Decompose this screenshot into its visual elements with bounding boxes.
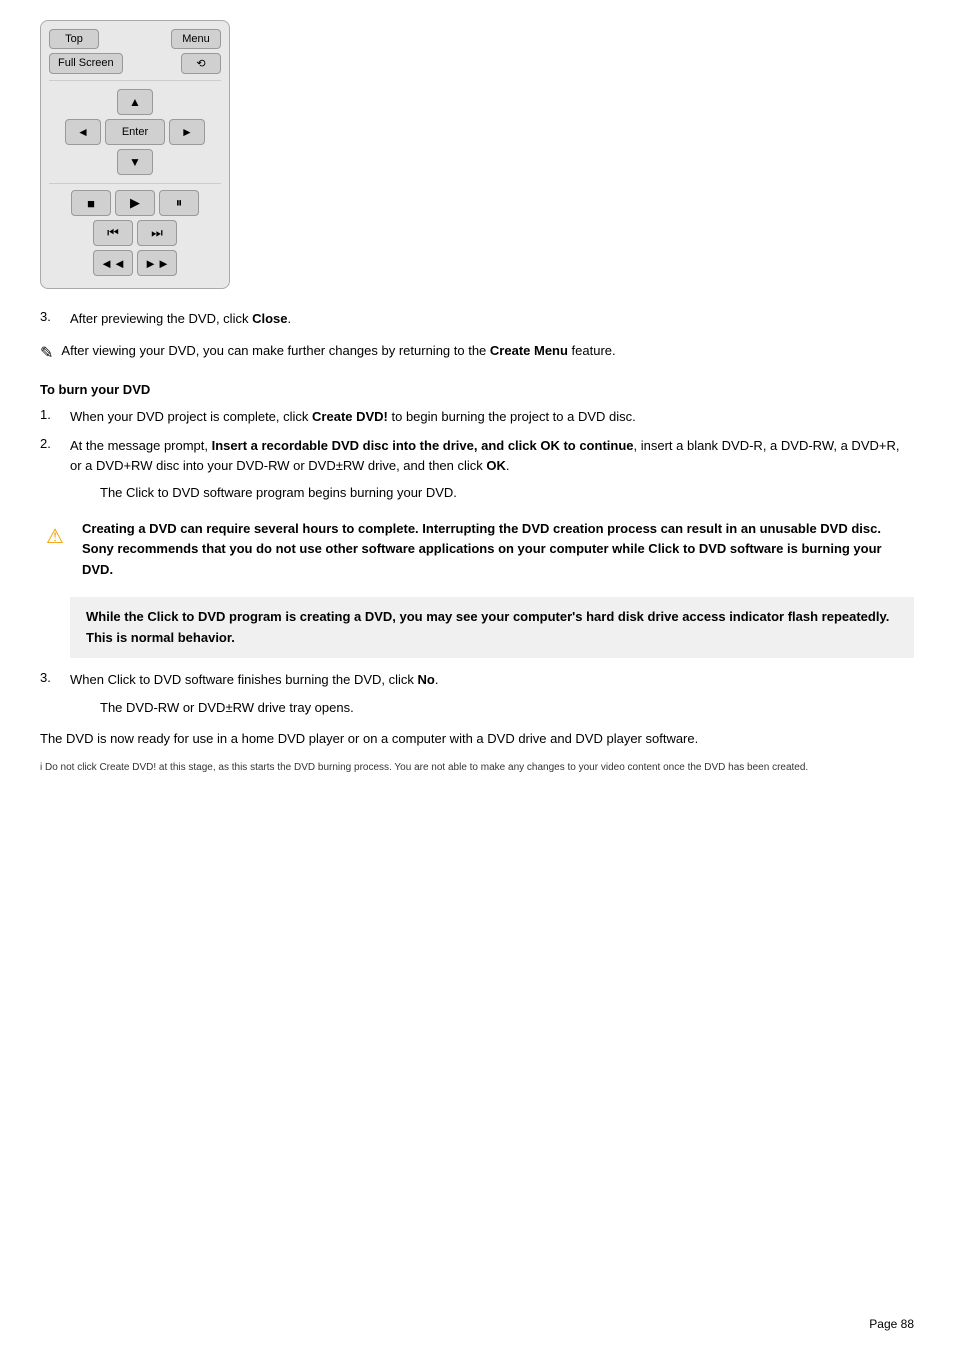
transport-row2: ⏮ ⏭ bbox=[49, 220, 221, 246]
burn-step-1-bold: Create DVD! bbox=[312, 409, 388, 424]
note-bold: Create Menu bbox=[490, 343, 568, 358]
warning-text: Creating a DVD can require several hours… bbox=[82, 519, 914, 581]
note-block: ✎ After viewing your DVD, you can make f… bbox=[40, 341, 914, 366]
transport-row1: ■ ▶ ⏸ bbox=[49, 190, 221, 216]
burn-step-3: 3. When Click to DVD software finishes b… bbox=[40, 670, 914, 717]
play-button[interactable]: ▶ bbox=[115, 190, 155, 216]
info-block: While the Click to DVD program is creati… bbox=[70, 597, 914, 659]
burn-step-1-text: When your DVD project is complete, click bbox=[70, 409, 312, 424]
step-3-end: . bbox=[287, 311, 291, 326]
nav-down-row: ▼ bbox=[117, 149, 153, 175]
dvd-remote-widget: Top Menu Full Screen ⟲ ▲ ◄ Enter ► ▼ bbox=[40, 20, 230, 289]
burn-step-3-number: 3. bbox=[40, 670, 70, 717]
rewind-button[interactable]: ◄◄ bbox=[93, 250, 133, 276]
step-3-number: 3. bbox=[40, 309, 70, 329]
fullscreen-button[interactable]: Full Screen bbox=[49, 53, 123, 74]
down-button[interactable]: ▼ bbox=[117, 149, 153, 175]
sub-text: The Click to DVD software program begins… bbox=[100, 485, 457, 500]
menu-button[interactable]: Menu bbox=[171, 29, 221, 49]
warning-text-content: Creating a DVD can require several hours… bbox=[82, 521, 882, 578]
burn-step-2-text: At the message prompt, bbox=[70, 438, 212, 453]
left-button[interactable]: ◄ bbox=[65, 119, 101, 145]
page-content: Top Menu Full Screen ⟲ ▲ ◄ Enter ► ▼ bbox=[0, 0, 954, 835]
burn-step-1-number: 1. bbox=[40, 407, 70, 427]
divider2 bbox=[49, 183, 221, 184]
burn-step-3-text: When Click to DVD software finishes burn… bbox=[70, 672, 418, 687]
next-chapter-button[interactable]: ⏭ bbox=[137, 220, 177, 246]
angle-button[interactable]: ⟲ bbox=[181, 53, 221, 74]
footnote: i Do not click Create DVD! at this stage… bbox=[40, 761, 914, 775]
nav-middle-row: ◄ Enter ► bbox=[65, 119, 205, 145]
burn-step-2-content: At the message prompt, Insert a recordab… bbox=[70, 436, 914, 503]
prev-chapter-button[interactable]: ⏮ bbox=[93, 220, 133, 246]
remote-top-row: Top Menu bbox=[49, 29, 221, 49]
fastforward-button[interactable]: ►► bbox=[137, 250, 177, 276]
transport-row3: ◄◄ ►► bbox=[49, 250, 221, 276]
page-number: Page 88 bbox=[869, 1317, 914, 1331]
step-3-text: After previewing the DVD, click bbox=[70, 311, 252, 326]
up-button[interactable]: ▲ bbox=[117, 89, 153, 115]
burn-step-3-content: When Click to DVD software finishes burn… bbox=[70, 670, 914, 717]
step-3-bold: Close bbox=[252, 311, 287, 326]
burn-step-1-content: When your DVD project is complete, click… bbox=[70, 407, 914, 427]
burn-step-3-bold: No bbox=[418, 672, 435, 687]
burn-step-1: 1. When your DVD project is complete, cl… bbox=[40, 407, 914, 427]
burn-step-2-period: . bbox=[506, 458, 510, 473]
info-text: While the Click to DVD program is creati… bbox=[86, 609, 889, 645]
footnote-text: Do not click Create DVD! at this stage, … bbox=[45, 762, 808, 773]
note-end: feature. bbox=[568, 343, 616, 358]
stop-button[interactable]: ■ bbox=[71, 190, 111, 216]
step-3-content: After previewing the DVD, click Close. bbox=[70, 309, 914, 329]
right-button[interactable]: ► bbox=[169, 119, 205, 145]
burn-step-2: 2. At the message prompt, Insert a recor… bbox=[40, 436, 914, 503]
note-icon: ✎ bbox=[40, 342, 53, 366]
top-button[interactable]: Top bbox=[49, 29, 99, 49]
burn-step-1-end: to begin burning the project to a DVD di… bbox=[388, 409, 636, 424]
burn-step-2-bold: Insert a recordable DVD disc into the dr… bbox=[212, 438, 634, 453]
burn-step-2-sub: The Click to DVD software program begins… bbox=[70, 483, 914, 503]
pause-button[interactable]: ⏸ bbox=[159, 190, 199, 216]
warning-icon: ⚠ bbox=[40, 521, 70, 553]
angle-icon: ⟲ bbox=[196, 58, 205, 70]
final-text: The DVD is now ready for use in a home D… bbox=[40, 729, 914, 749]
burn-step-3-end: . bbox=[435, 672, 439, 687]
note-text: After viewing your DVD, you can make fur… bbox=[61, 343, 490, 358]
nav-up-row: ▲ bbox=[117, 89, 153, 115]
burn-step-3-sub: The DVD-RW or DVD±RW drive tray opens. bbox=[70, 698, 914, 718]
note-content: After viewing your DVD, you can make fur… bbox=[61, 341, 615, 361]
sub2-text: The DVD-RW or DVD±RW drive tray opens. bbox=[100, 700, 354, 715]
remote-fullscreen-row: Full Screen ⟲ bbox=[49, 53, 221, 74]
section-heading: To burn your DVD bbox=[40, 382, 914, 397]
burn-step-2-number: 2. bbox=[40, 436, 70, 503]
nav-dpad: ▲ ◄ Enter ► ▼ bbox=[49, 87, 221, 177]
burn-step-2-ok: OK bbox=[486, 458, 506, 473]
step-3: 3. After previewing the DVD, click Close… bbox=[40, 309, 914, 329]
warning-block: ⚠ Creating a DVD can require several hou… bbox=[40, 519, 914, 581]
enter-button[interactable]: Enter bbox=[105, 119, 165, 145]
transport-controls: ■ ▶ ⏸ ⏮ ⏭ ◄◄ ►► bbox=[49, 190, 221, 276]
divider bbox=[49, 80, 221, 81]
